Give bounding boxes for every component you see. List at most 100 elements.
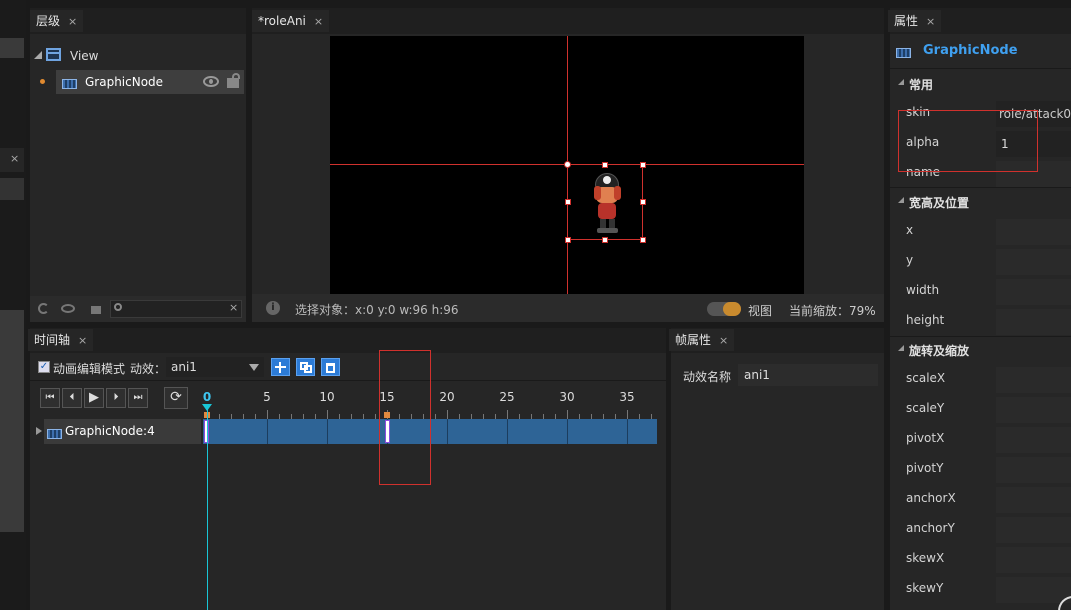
properties-node-name: GraphicNode [923, 43, 1018, 58]
tab-properties[interactable]: 属性 × [888, 10, 942, 32]
prop-input-pivotx[interactable] [996, 427, 1071, 453]
prop-input-height[interactable] [996, 309, 1071, 335]
close-icon[interactable]: × [926, 15, 935, 28]
ruler-label-5: 5 [263, 390, 271, 404]
prop-label-scalex: scaleX [906, 371, 946, 385]
tab-frame-props-label: 帧属性 [675, 333, 712, 347]
ruler-label-30: 30 [559, 390, 575, 404]
resize-handle[interactable] [640, 199, 646, 205]
resize-handle[interactable] [640, 162, 646, 168]
track-header[interactable]: GraphicNode:4 [36, 419, 201, 444]
refresh-icon[interactable] [38, 303, 49, 314]
copy-effect-button[interactable] [296, 358, 315, 376]
section-common-title[interactable]: 常用 [909, 76, 933, 93]
edit-mode-label: 动画编辑模式 [53, 362, 126, 376]
expand-triangle-icon[interactable] [34, 51, 42, 59]
edit-mode-checkbox[interactable]: ✓ [38, 361, 50, 373]
prop-input-scaley[interactable] [996, 397, 1071, 423]
effect-select[interactable]: ani1 [166, 357, 264, 377]
scene-canvas[interactable] [330, 36, 804, 294]
prop-label-anchory: anchorY [906, 521, 955, 535]
tab-roleani-label: *roleAni [258, 14, 306, 28]
loop-button[interactable]: ⟳ [164, 387, 188, 409]
timeline-panel [30, 328, 666, 610]
prop-input-skewx[interactable] [996, 547, 1071, 573]
tab-hierarchy[interactable]: 层级 × [30, 10, 84, 32]
graphic-node-icon [47, 426, 62, 440]
play-button[interactable]: ▶ [84, 388, 104, 408]
collapse-triangle-icon[interactable] [898, 345, 904, 351]
highlight-box [898, 110, 1038, 172]
tab-timeline[interactable]: 时间轴 × [28, 329, 94, 351]
eye-icon[interactable] [203, 76, 219, 87]
prop-input-anchorx[interactable] [996, 487, 1071, 513]
section-rotate-title[interactable]: 旋转及缩放 [909, 342, 969, 359]
tree-item-view[interactable]: View [32, 46, 242, 66]
close-icon[interactable]: × [719, 334, 728, 347]
lock-icon[interactable] [91, 306, 101, 314]
left-edge-item[interactable] [0, 38, 24, 58]
effect-name-input[interactable]: ani1 [738, 364, 878, 386]
prop-label-width: width [906, 283, 940, 297]
highlight-box [379, 350, 431, 485]
prop-label-x: x [906, 223, 914, 237]
prop-input-width[interactable] [996, 279, 1071, 305]
resize-handle[interactable] [565, 237, 571, 243]
eye-icon[interactable] [61, 304, 75, 313]
prop-label-scaley: scaleY [906, 401, 945, 415]
prop-label-anchorx: anchorX [906, 491, 956, 505]
close-icon[interactable]: × [10, 152, 19, 165]
collapse-triangle-icon[interactable] [898, 79, 904, 85]
clear-icon[interactable]: × [229, 301, 238, 314]
left-edge-scrollbar[interactable] [0, 310, 24, 532]
next-frame-button[interactable]: ⏵ [106, 388, 126, 408]
timeline-divider [30, 380, 666, 381]
first-frame-button[interactable]: ⏮ [40, 388, 60, 408]
search-input[interactable]: × [110, 300, 242, 318]
prop-input-pivoty[interactable] [996, 457, 1071, 483]
add-effect-button[interactable] [271, 358, 290, 376]
section-size-title[interactable]: 宽高及位置 [909, 194, 969, 211]
tab-properties-label: 属性 [894, 14, 919, 28]
prop-input-anchory[interactable] [996, 517, 1071, 543]
delete-effect-button[interactable] [321, 358, 340, 376]
prop-input-x[interactable] [996, 219, 1071, 245]
ruler-label-10: 10 [319, 390, 335, 404]
ruler-label-0: 0 [202, 390, 212, 404]
timeline-tabbar [30, 328, 666, 353]
scene-viewport[interactable] [252, 34, 884, 294]
view-toggle[interactable] [707, 302, 741, 316]
close-icon[interactable]: × [314, 15, 323, 28]
left-edge-item[interactable] [0, 178, 24, 200]
close-icon[interactable]: × [78, 334, 87, 347]
playhead-line [207, 408, 208, 610]
prop-input-scalex[interactable] [996, 367, 1071, 393]
trash-icon [326, 363, 335, 373]
collapse-triangle-icon[interactable] [898, 197, 904, 203]
effect-label: 动效： [130, 362, 167, 376]
lock-icon[interactable] [227, 73, 240, 88]
resize-handle[interactable] [640, 237, 646, 243]
tree-item-graphicnode[interactable]: GraphicNode [56, 70, 244, 94]
graphic-node-icon [62, 76, 77, 90]
prop-label-pivoty: pivotY [906, 461, 944, 475]
zoom-level: 当前缩放：79% [789, 304, 876, 318]
close-icon[interactable]: × [68, 15, 77, 28]
prop-input-y[interactable] [996, 249, 1071, 275]
prop-input-skewy[interactable] [996, 577, 1071, 603]
tab-frame-props[interactable]: 帧属性 × [669, 329, 735, 351]
prev-frame-button[interactable]: ⏴ [62, 388, 82, 408]
resize-handle[interactable] [564, 161, 571, 168]
character-sprite [590, 173, 624, 235]
graphic-node-icon [896, 45, 911, 59]
last-frame-button[interactable]: ⏭ [128, 388, 148, 408]
resize-handle[interactable] [602, 237, 608, 243]
scene-statusbar: i 选择对象：x:0 y:0 w:96 h:96 视图 当前缩放：79% [252, 294, 884, 322]
left-edge-tab[interactable]: × [0, 148, 24, 172]
resize-handle[interactable] [602, 162, 608, 168]
tab-roleani[interactable]: *roleAni × [252, 10, 330, 32]
section-divider [890, 68, 1071, 69]
selection-box[interactable] [564, 161, 646, 243]
resize-handle[interactable] [565, 199, 571, 205]
expand-triangle-icon[interactable] [36, 427, 42, 435]
